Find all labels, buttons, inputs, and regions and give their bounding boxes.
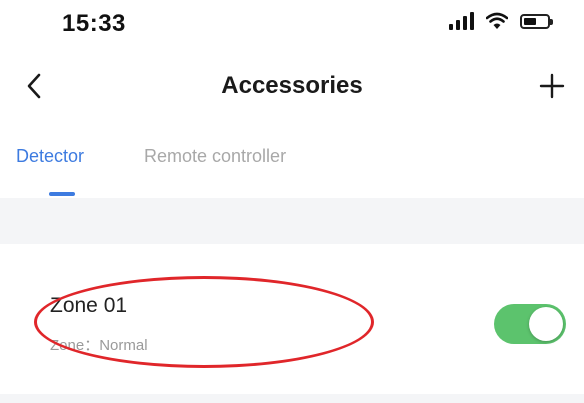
toggle-knob xyxy=(529,307,563,341)
signal-icon xyxy=(449,12,474,30)
accessory-list-item[interactable]: Zone 01 Zone：Normal xyxy=(0,244,584,394)
battery-level xyxy=(524,17,536,25)
tab-detector[interactable]: Detector xyxy=(16,146,84,167)
status-icons xyxy=(449,12,553,30)
plus-icon xyxy=(539,73,565,99)
list-bottom-divider xyxy=(0,394,584,403)
accessory-zone-status: Zone：Normal xyxy=(50,337,148,354)
tab-remote-controller[interactable]: Remote controller xyxy=(144,146,286,167)
battery-icon xyxy=(520,13,553,29)
accessories-screen: 15:33 Accessories Detector Remote contro… xyxy=(0,0,584,403)
status-time: 15:33 xyxy=(62,10,126,37)
status-bar: 15:33 xyxy=(0,0,584,52)
wifi-icon xyxy=(486,12,508,29)
tab-bar: Detector Remote controller xyxy=(0,136,584,196)
nav-bar: Accessories xyxy=(0,58,584,114)
active-tab-indicator xyxy=(49,192,75,196)
section-divider xyxy=(0,198,584,244)
accessory-enable-toggle[interactable] xyxy=(494,304,566,344)
accessory-name: Zone 01 xyxy=(50,294,128,317)
add-accessory-button[interactable] xyxy=(532,66,572,106)
page-title: Accessories xyxy=(221,72,363,99)
